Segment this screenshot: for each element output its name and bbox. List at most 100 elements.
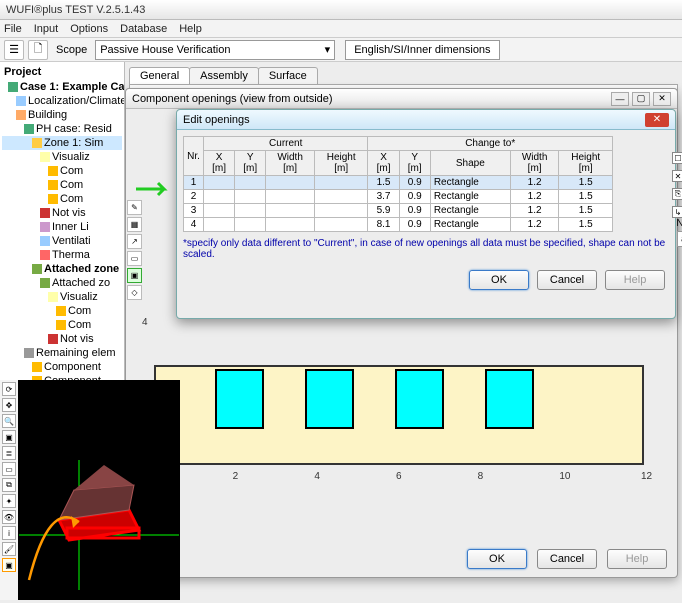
table-row[interactable]: 48.10.9Rectangle1.21.5: [184, 218, 613, 232]
help-button[interactable]: Help: [607, 549, 667, 569]
tree-node[interactable]: Component: [2, 360, 122, 374]
tree-node[interactable]: Inner Li: [2, 220, 122, 234]
3d-scene[interactable]: [18, 380, 180, 600]
cell[interactable]: [266, 204, 315, 218]
cell[interactable]: [204, 204, 235, 218]
highlight-component-icon[interactable]: ▣: [2, 558, 16, 572]
cell[interactable]: [266, 176, 315, 190]
cell[interactable]: [235, 190, 266, 204]
tree-node[interactable]: Not vis: [2, 332, 122, 346]
menu-database[interactable]: Database: [120, 23, 167, 35]
cell[interactable]: 2: [184, 190, 204, 204]
cell[interactable]: 0.9: [399, 204, 430, 218]
menu-options[interactable]: Options: [70, 23, 108, 35]
table-row[interactable]: 11.50.9Rectangle1.21.5: [184, 176, 613, 190]
tree-node[interactable]: Com: [2, 178, 122, 192]
cancel-button[interactable]: Cancel: [537, 270, 597, 290]
cell[interactable]: [266, 218, 315, 232]
layers-icon[interactable]: ≣: [2, 446, 16, 460]
dimensions-button[interactable]: English/SI/Inner dimensions: [345, 40, 499, 60]
tree-node[interactable]: Com: [2, 164, 122, 178]
cell[interactable]: 3.7: [368, 190, 399, 204]
cell[interactable]: [204, 218, 235, 232]
cell[interactable]: 1.2: [510, 176, 559, 190]
zoom-icon[interactable]: 🔍: [2, 414, 16, 428]
cell[interactable]: 1.5: [559, 190, 613, 204]
tree-node[interactable]: Com: [2, 318, 122, 332]
tree-node[interactable]: Therma: [2, 248, 122, 262]
tree-node[interactable]: Attached zone: [2, 262, 122, 276]
menu-file[interactable]: File: [4, 23, 22, 35]
tree-node[interactable]: Not vis: [2, 206, 122, 220]
vt-openings-icon[interactable]: ▣: [127, 268, 142, 283]
tree-node[interactable]: PH case: Resid: [2, 122, 122, 136]
menu-help[interactable]: Help: [179, 23, 202, 35]
cell[interactable]: [235, 176, 266, 190]
cell[interactable]: 1.2: [510, 218, 559, 232]
view-icon[interactable]: 👁: [2, 510, 16, 524]
close-icon[interactable]: ✕: [645, 113, 669, 127]
tab-assembly[interactable]: Assembly: [189, 67, 259, 84]
tree-node[interactable]: Case 1: Example Case: [2, 80, 122, 94]
minimize-icon[interactable]: —: [611, 92, 629, 106]
ok-button[interactable]: OK: [467, 549, 527, 569]
cell[interactable]: [204, 176, 235, 190]
tree-node[interactable]: Visualiz: [2, 290, 122, 304]
tree-node[interactable]: Com: [2, 304, 122, 318]
cell[interactable]: [235, 204, 266, 218]
cell[interactable]: Rectangle: [430, 190, 510, 204]
fit-icon[interactable]: ▣: [2, 430, 16, 444]
cell[interactable]: 4: [184, 218, 204, 232]
cell[interactable]: Rectangle: [430, 218, 510, 232]
cell[interactable]: 0.9: [399, 218, 430, 232]
table-row[interactable]: 2 3.70.9Rectangle1.21.5: [184, 190, 613, 204]
info-icon[interactable]: i: [2, 526, 16, 540]
vt-arrow-icon[interactable]: ↗: [127, 234, 142, 249]
ok-button[interactable]: OK: [469, 270, 529, 290]
cancel-button[interactable]: Cancel: [537, 549, 597, 569]
maximize-icon[interactable]: ▢: [632, 92, 650, 106]
insert-position-select[interactable]: after▾: [677, 231, 682, 247]
tree-node[interactable]: Localization/Climate: Hannover GM: [2, 94, 122, 108]
vt-edit-icon[interactable]: ✎: [127, 200, 142, 215]
cell[interactable]: 0.9: [399, 190, 430, 204]
scope-select[interactable]: Passive House Verification ▾: [95, 40, 335, 60]
cell[interactable]: 8.1: [368, 218, 399, 232]
cell[interactable]: [314, 176, 368, 190]
cell[interactable]: [266, 190, 315, 204]
cell[interactable]: 3: [184, 204, 204, 218]
cell[interactable]: 1.5: [559, 176, 613, 190]
cell[interactable]: 1.2: [510, 190, 559, 204]
tree-node[interactable]: Attached zo: [2, 276, 122, 290]
delete-button[interactable]: ✕Delete: [672, 168, 682, 184]
tree-node[interactable]: Visualiz: [2, 150, 122, 164]
axis-icon[interactable]: ✦: [2, 494, 16, 508]
rotate-icon[interactable]: ⟳: [2, 382, 16, 396]
tree-node[interactable]: Ventilati: [2, 234, 122, 248]
close-icon[interactable]: ✕: [653, 92, 671, 106]
cell[interactable]: Rectangle: [430, 204, 510, 218]
cell[interactable]: [204, 190, 235, 204]
tree-node[interactable]: Com: [2, 192, 122, 206]
toolbar-btn-2[interactable]: 🗋: [28, 40, 48, 60]
toolbar-btn-1[interactable]: ☰: [4, 40, 24, 60]
cell[interactable]: Rectangle: [430, 176, 510, 190]
tab-surface[interactable]: Surface: [258, 67, 318, 84]
tab-general[interactable]: General: [129, 67, 190, 84]
vt-3d-icon[interactable]: ◇: [127, 285, 142, 300]
cell[interactable]: 0.9: [399, 176, 430, 190]
3d-viewer[interactable]: ⟳ ✥ 🔍 ▣ ≣ ▭ ⧉ ✦ 👁 i 🖌 ▣: [0, 380, 180, 600]
menu-input[interactable]: Input: [34, 23, 58, 35]
table-row[interactable]: 35.90.9Rectangle1.21.5: [184, 204, 613, 218]
cell[interactable]: [235, 218, 266, 232]
tree-node[interactable]: Remaining elem: [2, 346, 122, 360]
cell[interactable]: [314, 190, 368, 204]
cell[interactable]: 1.5: [368, 176, 399, 190]
new-button[interactable]: ☐New: [672, 150, 682, 166]
vt-grid-icon[interactable]: ▦: [127, 217, 142, 232]
openings-table[interactable]: Nr. Current Change to* X[m]Y[m]Width[m]H…: [183, 136, 613, 232]
cell[interactable]: 5.9: [368, 204, 399, 218]
select-icon[interactable]: ▭: [2, 462, 16, 476]
vt-rect-icon[interactable]: ▭: [127, 251, 142, 266]
pan-icon[interactable]: ✥: [2, 398, 16, 412]
